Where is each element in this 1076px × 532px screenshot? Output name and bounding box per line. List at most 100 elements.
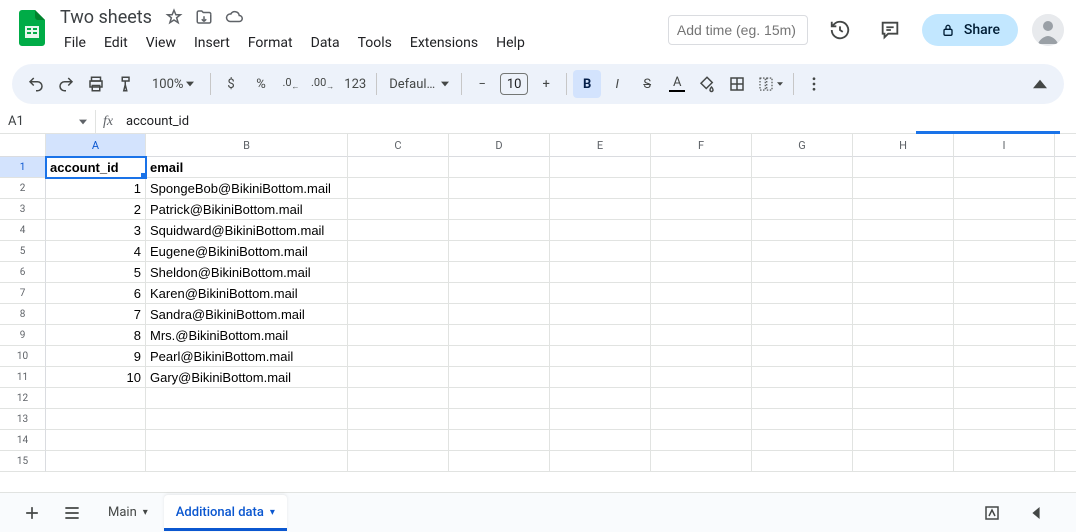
- cell[interactable]: [853, 220, 954, 241]
- cell[interactable]: [752, 346, 853, 367]
- cell[interactable]: [146, 451, 348, 472]
- cell[interactable]: [550, 367, 651, 388]
- cell[interactable]: [853, 241, 954, 262]
- redo-button[interactable]: [52, 70, 80, 98]
- cell[interactable]: [1055, 199, 1076, 220]
- print-button[interactable]: [82, 70, 110, 98]
- cell[interactable]: [752, 451, 853, 472]
- cell[interactable]: Patrick@BikiniBottom.mail: [146, 199, 348, 220]
- cell[interactable]: [1055, 346, 1076, 367]
- cell[interactable]: [752, 304, 853, 325]
- cell[interactable]: [954, 157, 1055, 178]
- merge-cells-button[interactable]: [753, 70, 787, 98]
- menu-extensions[interactable]: Extensions: [402, 32, 486, 54]
- cell[interactable]: [449, 178, 550, 199]
- currency-button[interactable]: $: [217, 70, 245, 98]
- cell[interactable]: [348, 346, 449, 367]
- cell[interactable]: Squidward@BikiniBottom.mail: [146, 220, 348, 241]
- sheets-logo[interactable]: [12, 8, 52, 48]
- column-header[interactable]: H: [853, 134, 954, 157]
- cell[interactable]: [752, 388, 853, 409]
- cell[interactable]: [550, 262, 651, 283]
- cell[interactable]: [550, 325, 651, 346]
- row-header[interactable]: 13: [0, 409, 46, 430]
- cell[interactable]: [348, 178, 449, 199]
- cell[interactable]: [550, 220, 651, 241]
- cell[interactable]: 8: [46, 325, 146, 346]
- move-icon[interactable]: [194, 7, 214, 27]
- cell[interactable]: [651, 430, 752, 451]
- menu-help[interactable]: Help: [488, 32, 533, 54]
- menu-file[interactable]: File: [56, 32, 94, 54]
- cell[interactable]: Eugene@BikiniBottom.mail: [146, 241, 348, 262]
- cell[interactable]: [1055, 241, 1076, 262]
- more-toolbar-button[interactable]: [800, 70, 828, 98]
- cell[interactable]: [853, 451, 954, 472]
- column-header[interactable]: A: [46, 134, 146, 157]
- cell[interactable]: [449, 283, 550, 304]
- cell[interactable]: [550, 346, 651, 367]
- cell[interactable]: [449, 241, 550, 262]
- cell[interactable]: [146, 430, 348, 451]
- column-header[interactable]: B: [146, 134, 348, 157]
- cell[interactable]: [348, 304, 449, 325]
- cell[interactable]: [449, 451, 550, 472]
- cell[interactable]: [853, 409, 954, 430]
- font-size-input[interactable]: 10: [500, 73, 528, 95]
- cell[interactable]: [752, 430, 853, 451]
- column-header[interactable]: I: [954, 134, 1055, 157]
- cell[interactable]: [449, 262, 550, 283]
- cell[interactable]: [954, 262, 1055, 283]
- cell[interactable]: [348, 388, 449, 409]
- column-header[interactable]: E: [550, 134, 651, 157]
- cell[interactable]: [348, 367, 449, 388]
- cell[interactable]: [550, 157, 651, 178]
- cell[interactable]: [954, 346, 1055, 367]
- cell[interactable]: [954, 199, 1055, 220]
- doc-title[interactable]: Two sheets: [56, 6, 156, 29]
- cell[interactable]: [853, 157, 954, 178]
- cell[interactable]: [348, 157, 449, 178]
- row-header[interactable]: 7: [0, 283, 46, 304]
- collapse-toolbar-button[interactable]: [1026, 70, 1054, 98]
- row-header[interactable]: 1: [0, 157, 46, 178]
- cell[interactable]: [550, 409, 651, 430]
- account-avatar[interactable]: [1032, 14, 1064, 46]
- cell[interactable]: 2: [46, 199, 146, 220]
- cell[interactable]: 3: [46, 220, 146, 241]
- decrease-decimal-button[interactable]: .0←: [277, 70, 305, 98]
- scroll-left-button[interactable]: [1020, 497, 1052, 529]
- cell[interactable]: Sandra@BikiniBottom.mail: [146, 304, 348, 325]
- cell[interactable]: SpongeBob@BikiniBottom.mail: [146, 178, 348, 199]
- cell[interactable]: [752, 283, 853, 304]
- cell[interactable]: account_id: [46, 157, 146, 178]
- cell[interactable]: [954, 178, 1055, 199]
- cell[interactable]: [651, 388, 752, 409]
- cell[interactable]: Mrs.@BikiniBottom.mail: [146, 325, 348, 346]
- cell[interactable]: [853, 430, 954, 451]
- menu-format[interactable]: Format: [240, 32, 301, 54]
- cell[interactable]: [752, 157, 853, 178]
- cell[interactable]: [651, 304, 752, 325]
- cell[interactable]: [449, 388, 550, 409]
- cell[interactable]: [752, 262, 853, 283]
- cell[interactable]: [449, 199, 550, 220]
- cell[interactable]: [752, 220, 853, 241]
- cell[interactable]: [46, 451, 146, 472]
- cell[interactable]: [550, 304, 651, 325]
- row-header[interactable]: 4: [0, 220, 46, 241]
- sheet-tab[interactable]: Additional data▾: [164, 495, 287, 531]
- row-header[interactable]: 14: [0, 430, 46, 451]
- text-color-button[interactable]: A: [663, 70, 691, 98]
- cell[interactable]: [449, 409, 550, 430]
- formula-input[interactable]: account_id: [120, 114, 1076, 129]
- cell[interactable]: Karen@BikiniBottom.mail: [146, 283, 348, 304]
- menu-data[interactable]: Data: [303, 32, 348, 54]
- cell[interactable]: [1055, 304, 1076, 325]
- cell[interactable]: [651, 283, 752, 304]
- row-header[interactable]: 12: [0, 388, 46, 409]
- cell[interactable]: [1055, 262, 1076, 283]
- cell[interactable]: [954, 388, 1055, 409]
- cell[interactable]: [651, 220, 752, 241]
- column-header[interactable]: F: [651, 134, 752, 157]
